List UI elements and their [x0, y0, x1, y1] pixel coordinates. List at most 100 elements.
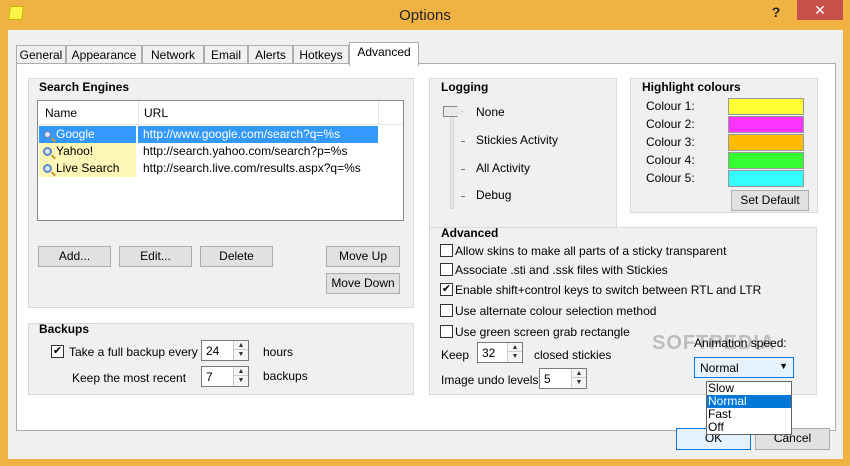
- tab-general[interactable]: General: [16, 45, 66, 65]
- image-undo-stepper[interactable]: 5 ▲ ▼: [539, 368, 587, 389]
- full-backup-label: Take a full backup every: [69, 345, 198, 359]
- colour-1-label: Colour 1:: [646, 99, 695, 113]
- image-undo-label: Image undo levels:: [441, 373, 542, 387]
- list-item[interactable]: Live Search http://search.live.com/resul…: [38, 160, 405, 177]
- advanced-title: Advanced: [441, 226, 499, 240]
- set-default-button[interactable]: Set Default: [731, 190, 809, 211]
- search-engines-group: Search Engines Name URL Google http://ww…: [28, 78, 414, 308]
- search-engines-title: Search Engines: [39, 80, 130, 94]
- colour-2-label: Colour 2:: [646, 117, 695, 131]
- logging-slider-thumb[interactable]: [443, 106, 463, 117]
- keep-backups-value[interactable]: 7: [206, 370, 213, 384]
- title-bar: Options ? ✕: [0, 0, 850, 30]
- tab-alerts[interactable]: Alerts: [248, 45, 293, 65]
- colour-4-label: Colour 4:: [646, 153, 695, 167]
- magnifier-icon: [43, 130, 52, 139]
- help-button[interactable]: ?: [765, 4, 787, 22]
- list-header: Name URL: [38, 101, 403, 125]
- dialog-client: General Appearance Network Email Alerts …: [8, 30, 843, 459]
- spin-down-icon[interactable]: ▼: [234, 376, 248, 385]
- image-undo-value[interactable]: 5: [544, 372, 551, 386]
- colour-3-swatch[interactable]: [728, 134, 804, 151]
- full-backup-checkbox[interactable]: ✔: [51, 345, 64, 358]
- keep-stickies-value[interactable]: 32: [482, 346, 495, 360]
- add-button[interactable]: Add...: [38, 246, 111, 267]
- option-green-screen-label[interactable]: Use green screen grab rectangle: [455, 325, 630, 339]
- edit-button[interactable]: Edit...: [119, 246, 192, 267]
- close-button[interactable]: ✕: [797, 0, 843, 20]
- backups-title: Backups: [39, 322, 90, 336]
- option-checkbox[interactable]: [440, 304, 453, 317]
- logging-title: Logging: [441, 80, 489, 94]
- option-alternate-colour-label[interactable]: Use alternate colour selection method: [455, 304, 656, 318]
- logging-slider-track[interactable]: [450, 113, 454, 209]
- colour-5-swatch[interactable]: [728, 170, 804, 187]
- list-item[interactable]: Yahoo! http://search.yahoo.com/search?p=…: [38, 143, 405, 160]
- tab-appearance[interactable]: Appearance: [66, 45, 142, 65]
- list-item[interactable]: Google http://www.google.com/search?q=%s: [38, 126, 405, 143]
- chevron-down-icon[interactable]: ▼: [779, 361, 788, 371]
- colour-2-swatch[interactable]: [728, 116, 804, 133]
- keep-backups-stepper[interactable]: 7 ▲ ▼: [201, 366, 249, 387]
- dropdown-option-off[interactable]: Off: [707, 421, 791, 434]
- slider-tick: [461, 196, 465, 197]
- magnifier-icon: [43, 164, 52, 173]
- spin-up-icon[interactable]: ▲: [234, 367, 248, 376]
- option-transparent-skins-label[interactable]: Allow skins to make all parts of a stick…: [455, 244, 726, 258]
- move-up-button[interactable]: Move Up: [326, 246, 400, 267]
- move-down-button[interactable]: Move Down: [326, 273, 400, 294]
- spin-up-icon[interactable]: ▲: [508, 343, 522, 352]
- colour-4-swatch[interactable]: [728, 152, 804, 169]
- colour-3-label: Colour 3:: [646, 135, 695, 149]
- backups-group: Backups ✔ Take a full backup every 24 ▲ ▼…: [28, 322, 414, 395]
- hours-label: hours: [263, 345, 294, 359]
- magnifier-icon: [43, 147, 52, 156]
- animation-speed-value: Normal: [700, 361, 739, 375]
- window-title: Options: [399, 7, 451, 24]
- logging-level-debug[interactable]: Debug: [476, 188, 511, 202]
- highlight-colours-title: Highlight colours: [642, 80, 741, 94]
- slider-tick: [461, 169, 465, 170]
- backup-hours-stepper[interactable]: 24 ▲ ▼: [201, 340, 249, 361]
- logging-level-stickies-activity[interactable]: Stickies Activity: [476, 133, 558, 147]
- engine-name: Live Search: [56, 161, 120, 175]
- animation-speed-select[interactable]: Normal ▼: [694, 357, 794, 378]
- option-associate-files-label[interactable]: Associate .sti and .ssk files with Stick…: [455, 263, 668, 277]
- spin-up-icon[interactable]: ▲: [572, 369, 586, 378]
- animation-speed-dropdown[interactable]: Slow Normal Fast Off: [706, 381, 792, 435]
- option-checkbox[interactable]: [440, 325, 453, 338]
- search-engines-list[interactable]: Name URL Google http://www.google.com/se…: [37, 100, 404, 221]
- engine-name: Yahoo!: [56, 144, 94, 158]
- tab-hotkeys[interactable]: Hotkeys: [293, 45, 349, 65]
- engine-name: Google: [56, 127, 95, 141]
- backups-label: backups: [263, 369, 308, 383]
- column-separator[interactable]: [138, 101, 139, 125]
- option-checkbox[interactable]: ✔: [440, 283, 453, 296]
- advanced-group: Advanced Allow skins to make all parts o…: [429, 226, 817, 395]
- tab-advanced[interactable]: Advanced: [349, 42, 419, 66]
- keep-stickies-stepper[interactable]: 32 ▲ ▼: [477, 342, 523, 363]
- backup-hours-value[interactable]: 24: [206, 344, 219, 358]
- spin-up-icon[interactable]: ▲: [234, 341, 248, 350]
- slider-tick: [461, 141, 465, 142]
- column-name-header[interactable]: Name: [45, 106, 77, 120]
- highlight-colours-group: Highlight colours Colour 1: Colour 2: Co…: [630, 78, 818, 213]
- delete-button[interactable]: Delete: [200, 246, 273, 267]
- column-separator[interactable]: [378, 101, 379, 125]
- closed-stickies-label: closed stickies: [534, 348, 612, 362]
- option-checkbox[interactable]: [440, 263, 453, 276]
- tab-network[interactable]: Network: [142, 45, 204, 65]
- option-checkbox[interactable]: [440, 244, 453, 257]
- tab-email[interactable]: Email: [204, 45, 248, 65]
- spin-down-icon[interactable]: ▼: [234, 350, 248, 359]
- logging-level-all-activity[interactable]: All Activity: [476, 161, 530, 175]
- spin-down-icon[interactable]: ▼: [572, 378, 586, 387]
- logging-level-none[interactable]: None: [476, 105, 505, 119]
- column-url-header[interactable]: URL: [144, 106, 168, 120]
- keep-stickies-label: Keep: [441, 348, 470, 362]
- option-rtl-ltr-label[interactable]: Enable shift+control keys to switch betw…: [455, 283, 761, 297]
- advanced-tab-panel: Search Engines Name URL Google http://ww…: [16, 63, 836, 431]
- engine-url: http://search.yahoo.com/search?p=%s: [143, 144, 348, 158]
- spin-down-icon[interactable]: ▼: [508, 352, 522, 361]
- colour-1-swatch[interactable]: [728, 98, 804, 115]
